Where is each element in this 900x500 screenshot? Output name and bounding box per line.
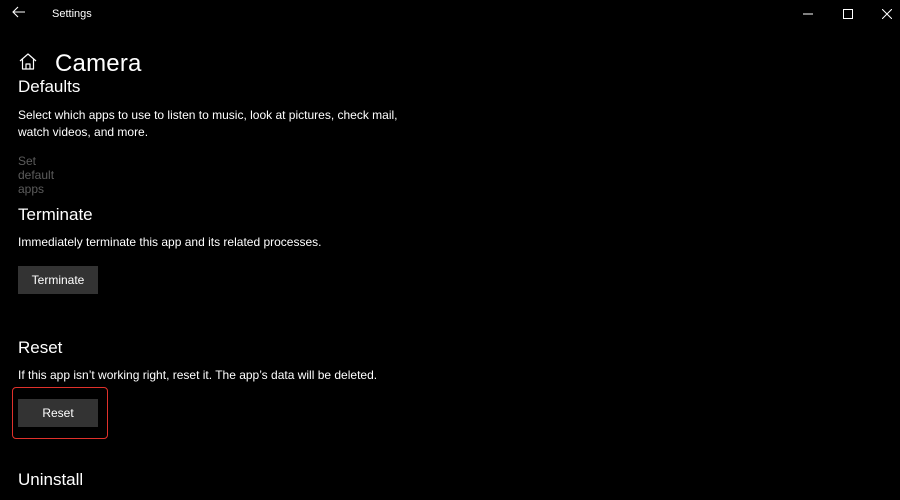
minimize-icon [803, 6, 813, 24]
set-default-apps-link[interactable]: Set default apps [18, 154, 54, 196]
close-icon [881, 6, 893, 24]
terminate-button[interactable]: Terminate [18, 266, 98, 294]
terminate-description: Immediately terminate this app and its r… [18, 235, 322, 249]
back-button[interactable] [8, 4, 30, 24]
close-button[interactable] [864, 0, 900, 30]
reset-description: If this app isn’t working right, reset i… [18, 368, 378, 382]
page-header: Camera [18, 50, 142, 78]
window-title: Settings [52, 8, 92, 20]
title-bar: Settings [0, 0, 900, 30]
maximize-icon [843, 6, 853, 24]
back-arrow-icon [12, 5, 26, 23]
defaults-description: Select which apps to use to listen to mu… [18, 107, 438, 140]
defaults-heading: Defaults [18, 77, 81, 96]
defaults-description-line-2: watch videos, and more. [18, 124, 149, 139]
page-title: Camera [55, 50, 142, 77]
uninstall-heading: Uninstall [18, 470, 84, 489]
reset-button[interactable]: Reset [18, 399, 98, 427]
reset-heading: Reset [18, 338, 63, 357]
terminate-heading: Terminate [18, 205, 93, 224]
home-button[interactable] [18, 53, 38, 75]
home-icon [19, 53, 37, 75]
defaults-description-line-1: Select which apps to use to listen to mu… [18, 108, 398, 122]
